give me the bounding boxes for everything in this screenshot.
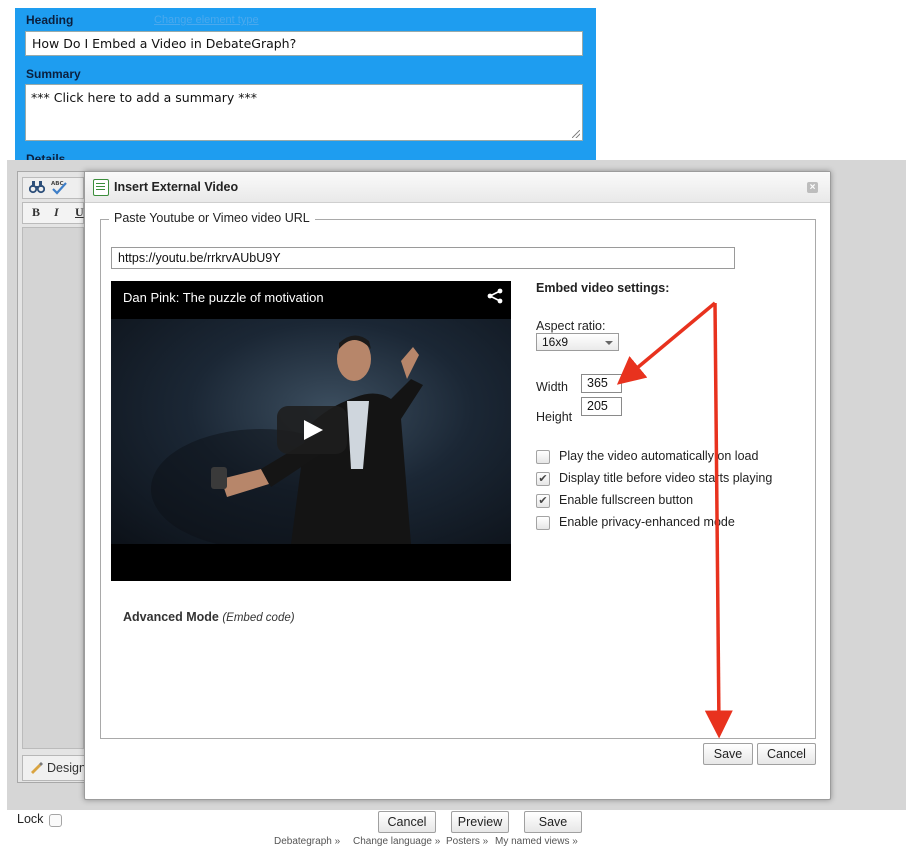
- find-icon[interactable]: [28, 180, 46, 197]
- dialog-save-button[interactable]: Save: [703, 743, 753, 765]
- save-button[interactable]: Save: [524, 811, 582, 833]
- design-tab[interactable]: Design: [22, 755, 88, 781]
- editor-content[interactable]: [22, 227, 84, 749]
- video-url-fieldset: Paste Youtube or Vimeo video URL https:/…: [100, 211, 816, 739]
- aspect-ratio-label: Aspect ratio:: [536, 319, 606, 333]
- display-title-checkbox[interactable]: ✔: [536, 472, 550, 486]
- privacy-label: Enable privacy-enhanced mode: [559, 515, 735, 529]
- advanced-mode-label: Advanced Mode: [123, 610, 219, 624]
- width-label: Width: [536, 380, 568, 394]
- dialog-cancel-button[interactable]: Cancel: [757, 743, 816, 765]
- display-title-label: Display title before video starts playin…: [559, 471, 773, 485]
- close-icon[interactable]: ×: [807, 182, 818, 193]
- footer-link-named-views[interactable]: My named views »: [495, 836, 578, 847]
- autoplay-checkbox[interactable]: [536, 450, 550, 464]
- fieldset-legend: Paste Youtube or Vimeo video URL: [109, 211, 315, 225]
- dialog-video-icon: [93, 179, 109, 196]
- resize-grip-icon[interactable]: [572, 130, 580, 138]
- dialog-titlebar[interactable]: Insert External Video ×: [85, 172, 830, 203]
- cancel-button[interactable]: Cancel: [378, 811, 436, 833]
- width-input[interactable]: 365: [581, 374, 622, 393]
- spellcheck-icon[interactable]: ABC: [50, 179, 68, 198]
- aspect-ratio-value: 16x9: [542, 335, 569, 349]
- privacy-checkbox[interactable]: [536, 516, 550, 530]
- embed-settings-title: Embed video settings:: [536, 281, 670, 295]
- footer-link-change-language[interactable]: Change language »: [353, 836, 440, 847]
- footer-link-posters[interactable]: Posters »: [446, 836, 488, 847]
- lock-label: Lock: [17, 812, 44, 826]
- summary-text: *** Click here to add a summary ***: [31, 90, 257, 105]
- height-input[interactable]: 205: [581, 397, 622, 416]
- node-form-panel: Heading Change element type How Do I Emb…: [15, 8, 596, 170]
- autoplay-label: Play the video automatically on load: [559, 449, 759, 463]
- editor-toolbar-row-2: B I U: [22, 202, 84, 224]
- italic-button[interactable]: I: [54, 205, 59, 220]
- change-element-type-link[interactable]: Change element type: [154, 14, 259, 26]
- height-label: Height: [536, 410, 573, 424]
- video-url-input[interactable]: https://youtu.be/rrkrvAUbU9Y: [111, 247, 735, 269]
- aspect-ratio-select[interactable]: 16x9: [536, 333, 619, 351]
- summary-input[interactable]: *** Click here to add a summary ***: [25, 84, 583, 141]
- heading-input[interactable]: How Do I Embed a Video in DebateGraph?: [25, 31, 583, 56]
- editor-toolbar-row-1: ABC: [22, 177, 84, 199]
- advanced-mode-link[interactable]: Advanced Mode (Embed code): [123, 610, 295, 624]
- video-title: Dan Pink: The puzzle of motivation: [123, 290, 324, 305]
- underline-button[interactable]: U: [75, 205, 84, 220]
- play-icon[interactable]: [277, 406, 347, 454]
- video-preview[interactable]: Dan Pink: The puzzle of motivation: [111, 281, 511, 581]
- advanced-mode-hint: (Embed code): [222, 612, 295, 624]
- heading-label: Heading: [26, 13, 74, 27]
- design-icon: [29, 760, 43, 777]
- preview-button[interactable]: Preview: [451, 811, 509, 833]
- details-editor: ABC B I U Design: [17, 171, 88, 783]
- footer-link-debategraph[interactable]: Debategraph »: [274, 836, 340, 847]
- bold-button[interactable]: B: [32, 205, 40, 220]
- lock-checkbox[interactable]: [49, 814, 62, 827]
- fullscreen-label: Enable fullscreen button: [559, 493, 694, 507]
- dialog-title: Insert External Video: [114, 180, 239, 194]
- summary-label: Summary: [26, 67, 81, 81]
- svg-text:ABC: ABC: [51, 181, 64, 187]
- chevron-down-icon: [605, 341, 613, 345]
- fullscreen-checkbox[interactable]: ✔: [536, 494, 550, 508]
- insert-video-dialog: Insert External Video × Paste Youtube or…: [84, 171, 831, 800]
- design-tab-label: Design: [47, 761, 86, 775]
- share-icon[interactable]: [487, 288, 503, 304]
